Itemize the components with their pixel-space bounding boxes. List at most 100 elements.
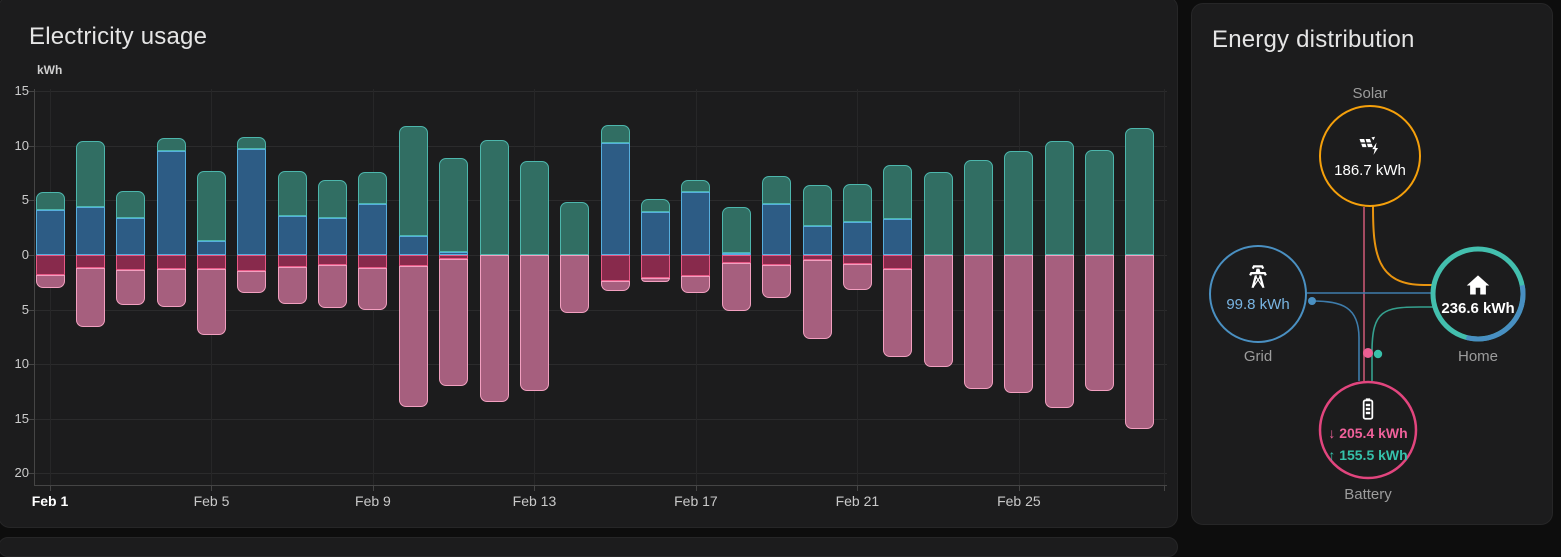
x-gridline <box>1164 89 1165 485</box>
bar-segment-grid-consumption[interactable] <box>843 222 872 255</box>
bar-segment-grid-consumption[interactable] <box>197 241 226 255</box>
bar-segment-grid-consumption[interactable] <box>318 218 347 255</box>
grid-node-ring[interactable] <box>1210 246 1306 342</box>
bar-segment-battery-charged[interactable] <box>358 255 387 268</box>
x-tick-label: Feb 1 <box>32 493 69 509</box>
bar-segment-battery-charged[interactable] <box>601 255 630 281</box>
bar-segment-returned-to-grid[interactable] <box>157 269 186 307</box>
energy-distribution-card: Energy distribution Solar 186.7 kWh <box>1191 3 1553 525</box>
bar-segment-grid-consumption[interactable] <box>883 219 912 255</box>
bar-segment-returned-to-grid[interactable] <box>560 255 589 313</box>
y-axis-line <box>34 89 35 485</box>
bar-segment-returned-to-grid[interactable] <box>116 270 145 305</box>
bar-segment-returned-to-grid[interactable] <box>843 264 872 290</box>
grid-node-label: Grid <box>1244 348 1272 365</box>
bar-segment-returned-to-grid[interactable] <box>237 271 266 293</box>
bar-segment-grid-consumption[interactable] <box>601 143 630 255</box>
bar-segment-returned-to-grid[interactable] <box>318 265 347 309</box>
bar-segment-grid-consumption[interactable] <box>116 218 145 255</box>
bar-segment-battery-charged[interactable] <box>278 255 307 267</box>
bar-segment-grid-consumption[interactable] <box>278 216 307 255</box>
bar-segment-battery-charged[interactable] <box>197 255 226 269</box>
bar-segment-returned-to-grid[interactable] <box>641 278 670 282</box>
bar-segment-solar-consumption[interactable] <box>116 191 145 218</box>
bar-segment-returned-to-grid[interactable] <box>883 269 912 356</box>
bar-segment-battery-charged[interactable] <box>399 255 428 266</box>
bar-segment-solar-consumption[interactable] <box>560 202 589 255</box>
bar-segment-solar-consumption[interactable] <box>1125 128 1154 255</box>
bar-segment-solar-consumption[interactable] <box>964 160 993 255</box>
bar-segment-solar-consumption[interactable] <box>1045 141 1074 255</box>
bar-segment-returned-to-grid[interactable] <box>278 267 307 304</box>
bar-segment-returned-to-grid[interactable] <box>924 255 953 367</box>
bar-segment-solar-consumption[interactable] <box>358 172 387 204</box>
bar-segment-returned-to-grid[interactable] <box>358 268 387 309</box>
bar-segment-solar-consumption[interactable] <box>601 125 630 142</box>
bar-segment-battery-charged[interactable] <box>318 255 347 265</box>
bar-segment-returned-to-grid[interactable] <box>399 266 428 407</box>
bar-segment-solar-consumption[interactable] <box>237 137 266 149</box>
bar-segment-returned-to-grid[interactable] <box>964 255 993 389</box>
bar-segment-battery-charged[interactable] <box>36 255 65 275</box>
bar-segment-grid-consumption[interactable] <box>399 236 428 255</box>
bar-segment-returned-to-grid[interactable] <box>36 275 65 288</box>
bar-segment-grid-consumption[interactable] <box>762 204 791 255</box>
bar-segment-battery-charged[interactable] <box>843 255 872 264</box>
bar-segment-solar-consumption[interactable] <box>883 165 912 218</box>
bar-segment-grid-consumption[interactable] <box>157 151 186 255</box>
bar-segment-solar-consumption[interactable] <box>157 138 186 151</box>
bar-segment-solar-consumption[interactable] <box>681 180 710 192</box>
bar-segment-solar-consumption[interactable] <box>76 141 105 206</box>
bar-segment-solar-consumption[interactable] <box>803 185 832 225</box>
bar-segment-solar-consumption[interactable] <box>197 171 226 241</box>
bar-segment-solar-consumption[interactable] <box>1004 151 1033 255</box>
bar-segment-solar-consumption[interactable] <box>480 140 509 255</box>
bar-segment-returned-to-grid[interactable] <box>1045 255 1074 408</box>
bar-segment-solar-consumption[interactable] <box>762 176 791 203</box>
bar-segment-grid-consumption[interactable] <box>36 210 65 255</box>
bar-segment-solar-consumption[interactable] <box>318 180 347 218</box>
bar-segment-returned-to-grid[interactable] <box>803 260 832 339</box>
bar-segment-solar-consumption[interactable] <box>278 171 307 216</box>
bar-segment-grid-consumption[interactable] <box>237 149 266 255</box>
bar-segment-battery-charged[interactable] <box>641 255 670 278</box>
bar-segment-returned-to-grid[interactable] <box>722 263 751 311</box>
bar-segment-battery-charged[interactable] <box>883 255 912 269</box>
bar-segment-grid-consumption[interactable] <box>358 204 387 255</box>
bar-segment-solar-consumption[interactable] <box>399 126 428 236</box>
bar-segment-returned-to-grid[interactable] <box>480 255 509 402</box>
bar-segment-solar-consumption[interactable] <box>843 184 872 222</box>
bar-segment-battery-charged[interactable] <box>116 255 145 270</box>
y-gridline <box>34 473 1167 474</box>
bar-segment-returned-to-grid[interactable] <box>1004 255 1033 393</box>
bar-segment-returned-to-grid[interactable] <box>520 255 549 391</box>
bar-segment-returned-to-grid[interactable] <box>681 276 710 293</box>
bar-segment-solar-consumption[interactable] <box>439 158 468 252</box>
bar-segment-returned-to-grid[interactable] <box>1125 255 1154 429</box>
bar-segment-battery-charged[interactable] <box>76 255 105 268</box>
bar-segment-grid-consumption[interactable] <box>803 226 832 255</box>
usage-chart[interactable]: kWh 1510505101520Feb 1Feb 5Feb 9Feb 13Fe… <box>0 1 1177 525</box>
bar-segment-battery-charged[interactable] <box>681 255 710 276</box>
bar-segment-returned-to-grid[interactable] <box>762 265 791 298</box>
bar-segment-grid-consumption[interactable] <box>641 212 670 255</box>
bar-segment-solar-consumption[interactable] <box>520 161 549 255</box>
x-tick-label: Feb 5 <box>194 493 230 509</box>
bar-segment-solar-consumption[interactable] <box>1085 150 1114 255</box>
bar-segment-returned-to-grid[interactable] <box>439 259 468 386</box>
bar-segment-grid-consumption[interactable] <box>681 192 710 255</box>
bar-segment-returned-to-grid[interactable] <box>1085 255 1114 391</box>
bar-segment-battery-charged[interactable] <box>722 255 751 263</box>
bar-segment-returned-to-grid[interactable] <box>76 268 105 327</box>
bar-segment-solar-consumption[interactable] <box>36 192 65 211</box>
bar-segment-solar-consumption[interactable] <box>924 172 953 255</box>
bar-segment-battery-charged[interactable] <box>762 255 791 265</box>
bar-segment-solar-consumption[interactable] <box>722 207 751 253</box>
bar-segment-returned-to-grid[interactable] <box>601 281 630 291</box>
bar-segment-solar-consumption[interactable] <box>641 199 670 212</box>
bar-segment-battery-charged[interactable] <box>157 255 186 269</box>
bar-segment-grid-consumption[interactable] <box>76 207 105 255</box>
solar-node-label: Solar <box>1352 85 1387 102</box>
bar-segment-battery-charged[interactable] <box>237 255 266 271</box>
bar-segment-returned-to-grid[interactable] <box>197 269 226 334</box>
